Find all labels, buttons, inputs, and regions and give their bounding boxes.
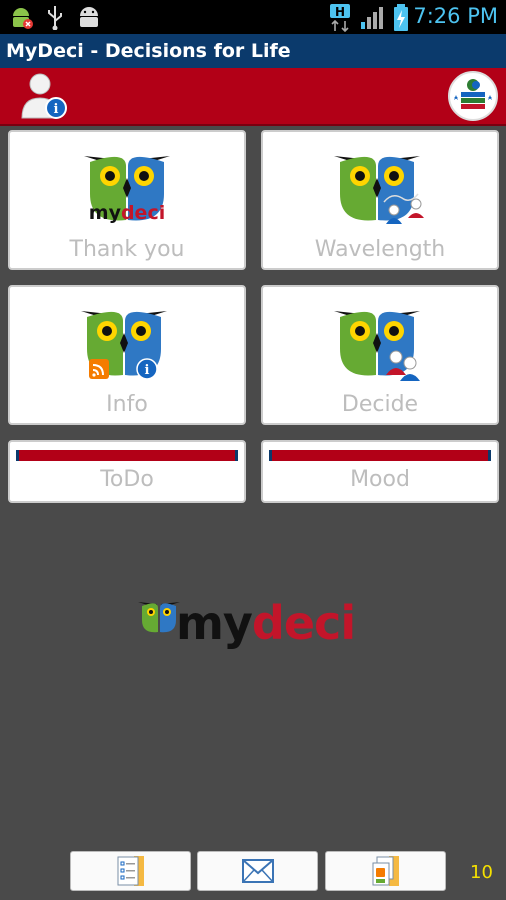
info-tile[interactable]: i Info [8, 285, 246, 425]
user-info-icon[interactable]: i [20, 70, 70, 122]
network-type-icon: H [330, 4, 350, 32]
svg-text:H: H [335, 5, 345, 19]
owl-wavelength-icon [334, 156, 424, 224]
signal-strength-icon [361, 7, 383, 29]
tile-label: ToDo [100, 467, 154, 492]
wavelength-tile[interactable]: Wavelength [261, 130, 499, 270]
mydeci-wordmark: mydeci [176, 596, 356, 650]
mood-bar [269, 450, 491, 461]
rss-documents-icon [372, 856, 399, 886]
books-badge-icon[interactable] [448, 71, 498, 121]
app-title-bar: MyDeci - Decisions for Life [0, 34, 506, 68]
todo-bar [16, 450, 238, 461]
mydeci-wordmark: mydeci [88, 202, 166, 224]
owl-info-icon: i [81, 311, 167, 380]
battery-charging-icon [394, 4, 408, 31]
tile-label: Wavelength [314, 237, 446, 262]
tile-label: Thank you [69, 237, 185, 262]
svg-text:i: i [145, 363, 150, 378]
usb-icon [48, 6, 62, 30]
mood-tile[interactable]: Mood [261, 440, 499, 503]
app-title: MyDeci - Decisions for Life [6, 40, 291, 62]
clock: 7:26 PM [413, 4, 498, 28]
checklist-folder-icon [117, 856, 144, 886]
tile-label: Decide [341, 392, 419, 417]
envelope-icon [241, 859, 274, 883]
decide-tile[interactable]: Decide [261, 285, 499, 425]
android-icon [80, 7, 98, 27]
mydeci-logo: mydeci [138, 596, 358, 656]
rss-documents-button[interactable] [325, 851, 446, 891]
owl-decide-icon [334, 311, 420, 381]
mail-button[interactable] [197, 851, 318, 891]
svg-text:i: i [54, 102, 59, 117]
thank-you-tile[interactable]: mydeci Thank you [8, 130, 246, 270]
todo-list-button[interactable] [70, 851, 191, 891]
android-debug-icon [13, 8, 33, 29]
toolbar: i [0, 68, 506, 126]
notification-count: 10 [470, 862, 493, 883]
status-bar: H 7:26 PM [0, 0, 506, 34]
tile-label: Mood [350, 467, 410, 492]
todo-tile[interactable]: ToDo [8, 440, 246, 503]
tile-label: Info [106, 392, 148, 417]
owl-logo-icon [138, 602, 180, 633]
